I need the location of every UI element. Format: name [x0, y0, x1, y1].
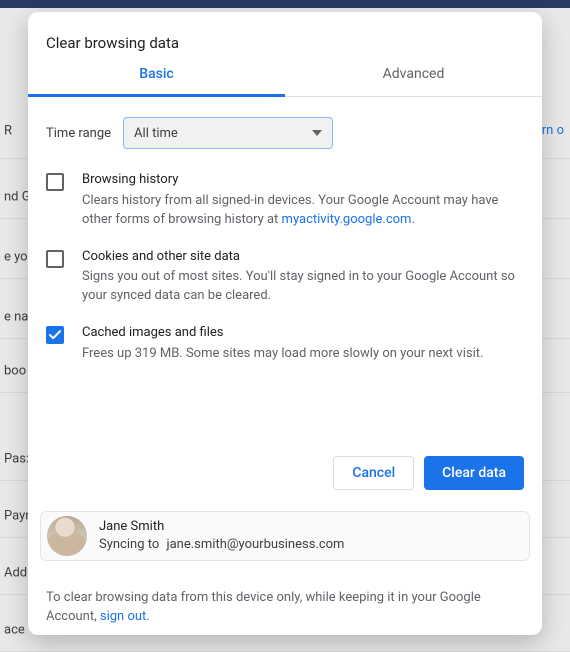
- myactivity-link[interactable]: myactivity.google.com: [282, 212, 412, 227]
- cancel-button[interactable]: Cancel: [333, 456, 414, 490]
- tabs: Basic Advanced: [28, 66, 542, 97]
- checkbox-cookies[interactable]: [46, 250, 64, 268]
- time-range-dropdown[interactable]: All time: [123, 117, 333, 149]
- item-desc: Signs you out of most sites. You'll stay…: [82, 269, 515, 303]
- syncing-label: Syncing to: [99, 537, 159, 552]
- item-title: Browsing history: [82, 171, 524, 190]
- profile-email: jane.smith@yourbusiness.com: [167, 537, 345, 552]
- item-desc: Clears history from all signed-in device…: [82, 193, 498, 227]
- time-range-label: Time range: [46, 126, 111, 141]
- footer-note: To clear browsing data from this device …: [46, 589, 524, 627]
- item-cache: Cached images and files Frees up 319 MB.…: [46, 324, 524, 364]
- checkbox-browsing-history[interactable]: [46, 173, 64, 191]
- time-range-value: All time: [134, 126, 178, 141]
- checkbox-cache[interactable]: [46, 326, 64, 344]
- profile-name: Jane Smith: [99, 518, 344, 536]
- tab-advanced[interactable]: Advanced: [285, 66, 542, 96]
- avatar: [47, 516, 87, 556]
- chevron-down-icon: [312, 130, 322, 136]
- tab-basic[interactable]: Basic: [28, 66, 285, 97]
- item-browsing-history: Browsing history Clears history from all…: [46, 171, 524, 230]
- item-title: Cached images and files: [82, 324, 483, 343]
- item-title: Cookies and other site data: [82, 248, 524, 267]
- item-desc: Frees up 319 MB. Some sites may load mor…: [82, 346, 483, 361]
- sign-out-link[interactable]: sign out: [100, 609, 146, 624]
- check-icon: [49, 330, 61, 340]
- clear-data-button[interactable]: Clear data: [424, 456, 524, 490]
- dialog-title: Clear browsing data: [46, 34, 542, 52]
- clear-browsing-data-dialog: Clear browsing data Basic Advanced Time …: [28, 12, 542, 635]
- profile-card: Jane Smith Syncing to jane.smith@yourbus…: [40, 511, 530, 561]
- item-cookies: Cookies and other site data Signs you ou…: [46, 248, 524, 307]
